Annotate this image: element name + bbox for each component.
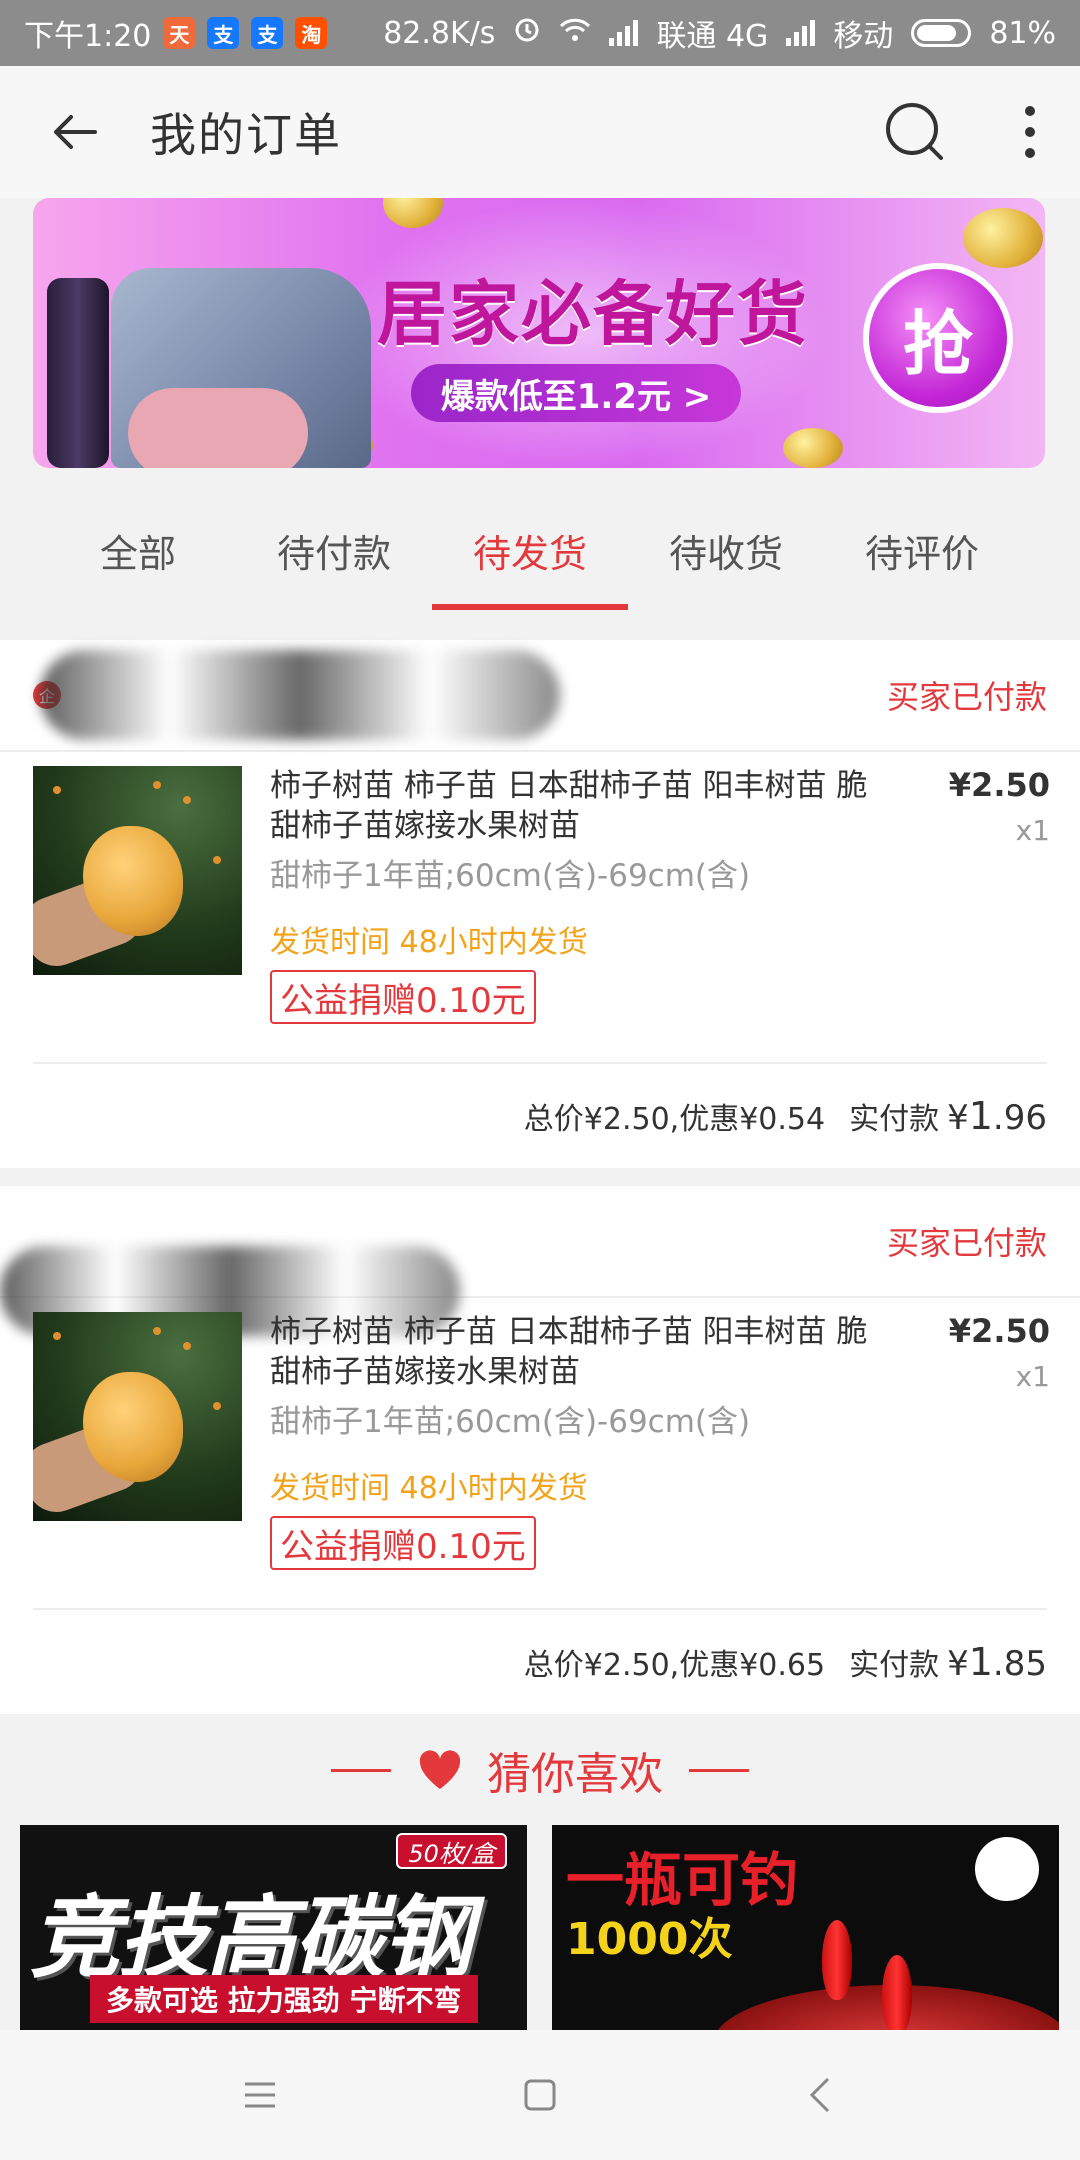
shop-header[interactable]: 买家已付款 xyxy=(0,1186,1080,1336)
float-image xyxy=(882,1955,912,2035)
charity-tag: 公益捐赠0.10元 xyxy=(270,1516,536,1570)
signal-icon xyxy=(786,20,816,46)
tab-pending-shipment[interactable]: 待发货 xyxy=(432,490,628,610)
system-nav-bar xyxy=(0,2030,1080,2160)
alarm-icon xyxy=(513,15,541,51)
search-button[interactable] xyxy=(850,66,980,198)
order-card[interactable]: 企 买家已付款 柿子树苗 柿子苗 日本甜柿子苗 阳丰树苗 脆甜柿子苗嫁接水果树苗… xyxy=(0,640,1080,1168)
product-quantity: x1 xyxy=(1015,814,1050,847)
search-icon xyxy=(886,103,943,160)
order-item[interactable]: 柿子树苗 柿子苗 日本甜柿子苗 阳丰树苗 脆甜柿子苗嫁接水果树苗 甜柿子1年苗;… xyxy=(0,1298,1080,1608)
alipay-icon: 支 xyxy=(251,17,284,49)
tab-pending-payment[interactable]: 待付款 xyxy=(236,490,432,610)
order-total: 总价¥2.50,优惠¥0.65 xyxy=(523,1648,826,1683)
order-status: 买家已付款 xyxy=(886,1224,1047,1262)
arrow-left-icon xyxy=(54,115,97,149)
thermos-image xyxy=(47,278,109,468)
shop-name-redacted xyxy=(40,650,560,740)
float-image xyxy=(822,1920,852,2000)
order-summary: 总价¥2.50,优惠¥0.54 实付款 ¥1.96 xyxy=(0,1064,1080,1168)
banner-subtitle: 爆款低至1.2元 > xyxy=(411,364,741,422)
product-title: 柿子树苗 柿子苗 日本甜柿子苗 阳丰树苗 脆甜柿子苗嫁接水果树苗 xyxy=(270,768,868,844)
app-root: 下午1:20 天 支 支 淘 82.8K/s 联通 4G 移动 81% 我的订单… xyxy=(0,0,1080,2160)
menu-icon xyxy=(245,2082,275,2108)
coin-decoration xyxy=(783,428,843,468)
carrier-unicom: 联通 4G xyxy=(656,19,769,54)
slipper-image xyxy=(128,388,308,468)
tab-all[interactable]: 全部 xyxy=(40,490,236,610)
product-title: 柿子树苗 柿子苗 日本甜柿子苗 阳丰树苗 脆甜柿子苗嫁接水果树苗 xyxy=(270,1314,868,1390)
more-menu-button[interactable] xyxy=(980,66,1080,198)
app-header: 我的订单 xyxy=(0,66,1080,198)
square-icon xyxy=(524,2079,556,2111)
wifi-icon xyxy=(559,16,591,51)
paid-amount: ¥1.96 xyxy=(947,1094,1047,1138)
recommend-card-strip: 多款可选 拉力强劲 宁断不弯 xyxy=(90,1975,478,2023)
promo-banner[interactable]: 居家必备好货 爆款低至1.2元 > 抢 xyxy=(33,198,1045,468)
product-quantity: x1 xyxy=(1015,1360,1050,1393)
product-price: ¥2.50 xyxy=(948,1312,1050,1350)
page-title: 我的订单 xyxy=(150,108,342,162)
chevron-left-icon xyxy=(809,2077,830,2113)
carrier-mobile: 移动 xyxy=(833,19,894,54)
shop-header[interactable]: 企 买家已付款 xyxy=(0,640,1080,750)
recommend-header: 猜你喜欢 xyxy=(0,1730,1080,1810)
tab-pending-receipt[interactable]: 待收货 xyxy=(628,490,824,610)
home-button[interactable] xyxy=(510,2065,570,2125)
product-thumbnail[interactable] xyxy=(33,766,242,975)
order-total: 总价¥2.50,优惠¥0.54 xyxy=(523,1102,826,1137)
recommend-card-badge: 50枚/盒 xyxy=(396,1833,507,1869)
battery-percent: 81% xyxy=(989,15,1056,51)
recommend-card-subtitle: 1000次 xyxy=(566,1914,733,1965)
signal-icon xyxy=(609,20,639,46)
battery-icon xyxy=(911,19,972,47)
order-card[interactable]: 买家已付款 柿子树苗 柿子苗 日本甜柿子苗 阳丰树苗 脆甜柿子苗嫁接水果树苗 甜… xyxy=(0,1186,1080,1714)
order-summary: 总价¥2.50,优惠¥0.65 实付款 ¥1.85 xyxy=(0,1610,1080,1714)
heart-icon xyxy=(419,1750,461,1789)
more-vertical-icon xyxy=(1025,106,1035,158)
tmall-icon: 天 xyxy=(163,17,196,49)
recommend-card[interactable]: 竞技高碳钢 50枚/盒 多款可选 拉力强劲 宁断不弯 xyxy=(20,1825,527,2040)
status-bar: 下午1:20 天 支 支 淘 82.8K/s 联通 4G 移动 81% xyxy=(0,0,1080,66)
recommend-card[interactable]: 一瓶可钓 1000次 xyxy=(552,1825,1059,2040)
taobao-icon: 淘 xyxy=(295,17,328,49)
shipping-time: 发货时间 48小时内发货 xyxy=(270,925,588,960)
paid-label: 实付款 xyxy=(849,1102,940,1137)
back-nav-button[interactable] xyxy=(790,2065,850,2125)
order-status: 买家已付款 xyxy=(886,678,1047,716)
shipping-time: 发货时间 48小时内发货 xyxy=(270,1471,588,1506)
alipay-icon: 支 xyxy=(207,17,240,49)
menu-button[interactable] xyxy=(230,2065,290,2125)
grab-badge: 抢 xyxy=(863,263,1013,413)
charity-tag: 公益捐赠0.10元 xyxy=(270,970,536,1024)
back-button[interactable] xyxy=(0,66,150,198)
order-item[interactable]: 柿子树苗 柿子苗 日本甜柿子苗 阳丰树苗 脆甜柿子苗嫁接水果树苗 甜柿子1年苗;… xyxy=(0,752,1080,1062)
banner-title: 居家必备好货 xyxy=(377,273,809,355)
order-tabs: 全部 待付款 待发货 待收货 待评价 xyxy=(0,490,1080,610)
coin-decoration xyxy=(963,208,1043,268)
product-spec: 甜柿子1年苗;60cm(含)-69cm(含) xyxy=(270,858,751,894)
brand-logo xyxy=(975,1837,1039,1901)
product-spec: 甜柿子1年苗;60cm(含)-69cm(含) xyxy=(270,1404,751,1440)
paid-amount: ¥1.85 xyxy=(947,1640,1047,1684)
status-time: 下午1:20 xyxy=(24,19,152,54)
divider-line xyxy=(331,1768,391,1772)
product-thumbnail[interactable] xyxy=(33,1312,242,1521)
divider-line xyxy=(689,1768,749,1772)
network-speed: 82.8K/s xyxy=(383,15,496,51)
recommend-title: 猜你喜欢 xyxy=(487,1749,663,1800)
tab-pending-review[interactable]: 待评价 xyxy=(824,490,1020,610)
paid-label: 实付款 xyxy=(849,1648,940,1683)
product-price: ¥2.50 xyxy=(948,766,1050,804)
